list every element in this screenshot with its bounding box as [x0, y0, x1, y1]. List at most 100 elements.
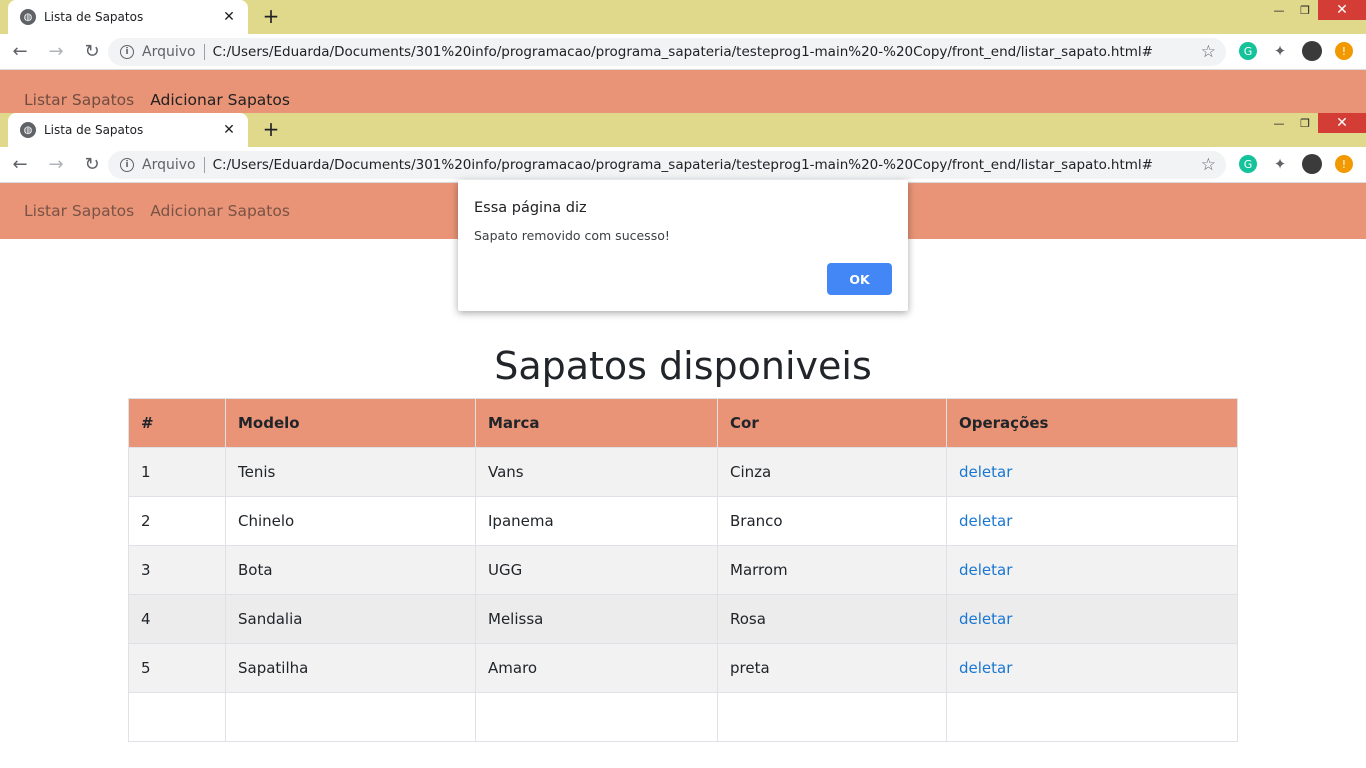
globe-icon: ◍ — [20, 122, 36, 138]
cell-modelo: Bota — [225, 545, 476, 595]
reload-button[interactable]: ↻ — [76, 41, 108, 62]
cell-marca: Ipanema — [475, 496, 718, 546]
url-scheme-label: Arquivo — [142, 44, 196, 60]
table-row: 3 Bota UGG Marrom deletar — [128, 545, 1238, 595]
tab-title: Lista de Sapatos — [44, 10, 144, 24]
dialog-message: Sapato removido com sucesso! — [474, 228, 670, 243]
col-header-operacoes: Operações — [946, 398, 1238, 448]
extensions-puzzle-icon[interactable]: ✦ — [1271, 155, 1289, 173]
table-header-row: # Modelo Marca Cor Operações — [128, 398, 1238, 448]
cell-marca: Melissa — [475, 594, 718, 644]
nav-adicionar-sapatos[interactable]: Adicionar Sapatos — [150, 202, 290, 220]
new-tab-button[interactable]: + — [260, 4, 282, 28]
cell-operacoes: deletar — [946, 643, 1238, 693]
extensions-puzzle-icon[interactable]: ✦ — [1271, 42, 1289, 60]
cell-operacoes: deletar — [946, 545, 1238, 595]
delete-link[interactable]: deletar — [959, 659, 1012, 677]
cell-cor: Cinza — [717, 447, 947, 497]
cell-operacoes: deletar — [946, 496, 1238, 546]
cell-marca: Vans — [475, 447, 718, 497]
cell-id: 1 — [128, 447, 226, 497]
site-navbar: Listar Sapatos Adicionar Sapatos — [0, 70, 1366, 113]
globe-icon: ◍ — [20, 9, 36, 25]
address-bar[interactable]: i Arquivo C:/Users/Eduarda/Documents/301… — [108, 38, 1226, 66]
url-text[interactable]: C:/Users/Eduarda/Documents/301%20info/pr… — [213, 44, 1201, 60]
delete-link[interactable]: deletar — [959, 463, 1012, 481]
tab-title: Lista de Sapatos — [44, 123, 144, 137]
page-title: Sapatos disponiveis — [494, 344, 872, 388]
address-bar[interactable]: i Arquivo C:/Users/Eduarda/Documents/301… — [108, 151, 1226, 179]
table-row-empty — [128, 692, 1238, 742]
new-tab-button[interactable]: + — [260, 117, 282, 141]
back-button[interactable]: ← — [4, 154, 36, 175]
window-controls: — ❐ ✕ — [1266, 0, 1366, 20]
table-row: 4 Sandalia Melissa Rosa deletar — [128, 594, 1238, 644]
minimize-button[interactable]: — — [1266, 113, 1292, 133]
cell-marca: UGG — [475, 545, 718, 595]
omnibox-divider — [203, 157, 205, 173]
cell-cor: Branco — [717, 496, 947, 546]
nav-adicionar-sapatos[interactable]: Adicionar Sapatos — [150, 91, 290, 109]
url-text[interactable]: C:/Users/Eduarda/Documents/301%20info/pr… — [213, 157, 1201, 173]
cell-operacoes: deletar — [946, 594, 1238, 644]
update-icon[interactable]: ! — [1335, 42, 1353, 60]
bookmark-star-icon[interactable]: ☆ — [1201, 155, 1216, 175]
alert-dialog: Essa página diz Sapato removido com suce… — [458, 180, 908, 311]
cell-modelo: Chinelo — [225, 496, 476, 546]
grammarly-icon[interactable]: G — [1239, 42, 1257, 60]
tab-close-icon[interactable]: ✕ — [220, 122, 238, 138]
tab-close-icon[interactable]: ✕ — [220, 9, 238, 25]
info-icon[interactable]: i — [120, 158, 134, 172]
cell-id: 4 — [128, 594, 226, 644]
cell-cor: Marrom — [717, 545, 947, 595]
minimize-button[interactable]: — — [1266, 0, 1292, 20]
tab-strip: ◍ Lista de Sapatos ✕ + — ❐ ✕ — [0, 0, 1366, 34]
cell-marca: Amaro — [475, 643, 718, 693]
dialog-title: Essa página diz — [474, 200, 587, 216]
browser-toolbar: ← → ↻ i Arquivo C:/Users/Eduarda/Documen… — [0, 147, 1366, 183]
cell-operacoes: deletar — [946, 447, 1238, 497]
ok-button[interactable]: OK — [827, 263, 892, 295]
close-window-button[interactable]: ✕ — [1318, 113, 1366, 133]
cell-modelo: Sandalia — [225, 594, 476, 644]
profile-avatar[interactable] — [1302, 154, 1322, 174]
cell-modelo: Tenis — [225, 447, 476, 497]
shoes-table: # Modelo Marca Cor Operações 1 Tenis Van… — [128, 398, 1238, 742]
update-icon[interactable]: ! — [1335, 155, 1353, 173]
url-scheme-label: Arquivo — [142, 157, 196, 173]
table-row: 2 Chinelo Ipanema Branco deletar — [128, 496, 1238, 546]
cell-cor: Rosa — [717, 594, 947, 644]
forward-button[interactable]: → — [40, 41, 72, 62]
close-window-button[interactable]: ✕ — [1318, 0, 1366, 20]
bookmark-star-icon[interactable]: ☆ — [1201, 42, 1216, 62]
tab-strip: ◍ Lista de Sapatos ✕ + — ❐ ✕ — [0, 113, 1366, 147]
reload-button[interactable]: ↻ — [76, 154, 108, 175]
grammarly-icon[interactable]: G — [1239, 155, 1257, 173]
restore-button[interactable]: ❐ — [1292, 113, 1318, 133]
info-icon[interactable]: i — [120, 45, 134, 59]
delete-link[interactable]: deletar — [959, 610, 1012, 628]
delete-link[interactable]: deletar — [959, 512, 1012, 530]
empty-cell — [128, 692, 226, 742]
cell-id: 5 — [128, 643, 226, 693]
browser-toolbar: ← → ↻ i Arquivo C:/Users/Eduarda/Documen… — [0, 34, 1366, 70]
profile-avatar[interactable] — [1302, 41, 1322, 61]
empty-cell — [475, 692, 718, 742]
cell-modelo: Sapatilha — [225, 643, 476, 693]
col-header-cor: Cor — [717, 398, 947, 448]
empty-cell — [946, 692, 1238, 742]
window-controls: — ❐ ✕ — [1266, 113, 1366, 133]
tab-lista-de-sapatos[interactable]: ◍ Lista de Sapatos ✕ — [8, 113, 248, 147]
back-button[interactable]: ← — [4, 41, 36, 62]
forward-button[interactable]: → — [40, 154, 72, 175]
col-header-marca: Marca — [475, 398, 718, 448]
cell-id: 3 — [128, 545, 226, 595]
browser-window-back: ◍ Lista de Sapatos ✕ + — ❐ ✕ ← → ↻ i Arq… — [0, 0, 1366, 113]
nav-listar-sapatos[interactable]: Listar Sapatos — [24, 91, 134, 109]
cell-cor: preta — [717, 643, 947, 693]
delete-link[interactable]: deletar — [959, 561, 1012, 579]
restore-button[interactable]: ❐ — [1292, 0, 1318, 20]
tab-lista-de-sapatos[interactable]: ◍ Lista de Sapatos ✕ — [8, 0, 248, 34]
nav-listar-sapatos[interactable]: Listar Sapatos — [24, 202, 134, 220]
col-header-modelo: Modelo — [225, 398, 476, 448]
